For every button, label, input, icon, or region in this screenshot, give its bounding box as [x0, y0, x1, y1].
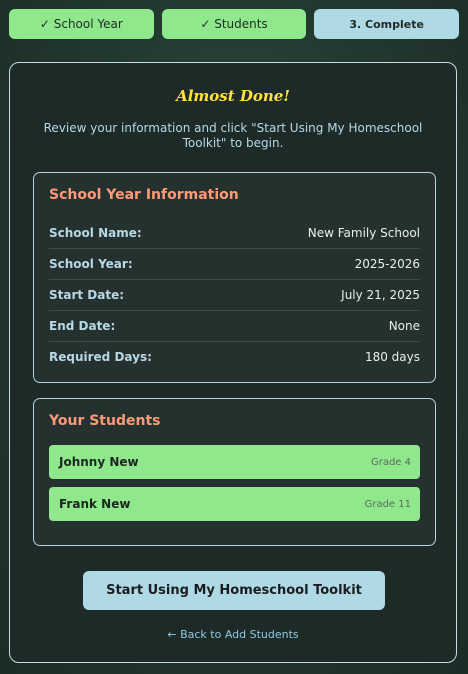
school-year-card-title: School Year Information [49, 187, 239, 203]
step-school-year[interactable]: ✓ School Year [9, 9, 154, 39]
school-year-details: School Name: New Family School School Ye… [49, 218, 420, 372]
detail-label: School Year: [49, 257, 133, 271]
detail-row-required-days: Required Days: 180 days [49, 342, 420, 372]
detail-value: July 21, 2025 [341, 288, 420, 302]
detail-label: School Name: [49, 226, 142, 240]
detail-label: Start Date: [49, 288, 125, 302]
school-year-card: School Year Information School Name: New… [33, 172, 436, 383]
step-complete: 3. Complete [314, 9, 460, 39]
detail-row-school-year: School Year: 2025-2026 [49, 249, 420, 280]
start-toolkit-button[interactable]: Start Using My Homeschool Toolkit [83, 571, 385, 610]
detail-row-end-date: End Date: None [49, 311, 420, 342]
students-card: Your Students Johnny New Grade 4 Frank N… [33, 398, 436, 546]
student-name: Johnny New [59, 455, 139, 469]
detail-value: 180 days [364, 350, 420, 364]
progress-steps: ✓ School Year ✓ Students 3. Complete [9, 9, 460, 39]
review-panel: Almost Done! Review your information and… [9, 62, 457, 663]
step-students[interactable]: ✓ Students [161, 9, 307, 39]
student-grade: Grade 11 [364, 498, 411, 510]
detail-label: Required Days: [49, 350, 152, 364]
back-to-students-link[interactable]: ← Back to Add Students [10, 628, 456, 641]
student-name: Frank New [59, 497, 131, 511]
detail-row-school-name: School Name: New Family School [49, 218, 420, 249]
student-grade: Grade 4 [370, 456, 411, 468]
detail-value: New Family School [307, 226, 420, 240]
page-subtitle: Review your information and click "Start… [43, 121, 423, 150]
detail-row-start-date: Start Date: July 21, 2025 [49, 280, 420, 311]
students-card-title: Your Students [49, 413, 161, 429]
detail-value: 2025-2026 [354, 257, 420, 271]
student-item: Johnny New Grade 4 [49, 445, 420, 479]
student-item: Frank New Grade 11 [49, 487, 420, 521]
detail-value: None [388, 319, 420, 333]
detail-label: End Date: [49, 319, 116, 333]
page-title: Almost Done! [176, 87, 290, 105]
